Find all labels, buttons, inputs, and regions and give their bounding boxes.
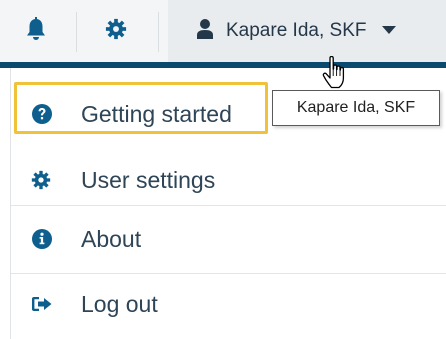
toolbar-separator xyxy=(158,12,159,52)
settings-button[interactable] xyxy=(80,0,152,62)
person-icon xyxy=(196,18,214,45)
menu-item-user-settings[interactable]: User settings xyxy=(11,158,311,202)
menu-item-label: About xyxy=(81,225,142,252)
menu-item-label: Log out xyxy=(81,290,158,317)
user-name: Kapare Ida, SKF xyxy=(226,20,367,41)
user-menu-button[interactable]: Kapare Ida, SKF xyxy=(168,0,446,62)
menu-divider xyxy=(11,205,446,206)
user-name-tooltip: Kapare Ida, SKF xyxy=(272,90,440,126)
sign-out-icon xyxy=(31,295,53,313)
caret-down-icon xyxy=(382,22,397,40)
gear-icon xyxy=(31,170,51,190)
menu-item-about[interactable]: About xyxy=(11,217,311,261)
info-circle-icon xyxy=(31,228,53,250)
bell-icon xyxy=(25,16,47,46)
menu-item-log-out[interactable]: Log out xyxy=(11,282,311,326)
hand-cursor-icon xyxy=(322,55,348,95)
menu-divider xyxy=(11,273,446,274)
toolbar-separator xyxy=(76,12,77,52)
selection-highlight xyxy=(14,82,268,134)
gear-icon xyxy=(105,18,127,45)
top-bar: Kapare Ida, SKF xyxy=(0,0,446,62)
notifications-button[interactable] xyxy=(0,0,72,62)
menu-item-label: User settings xyxy=(81,166,216,193)
